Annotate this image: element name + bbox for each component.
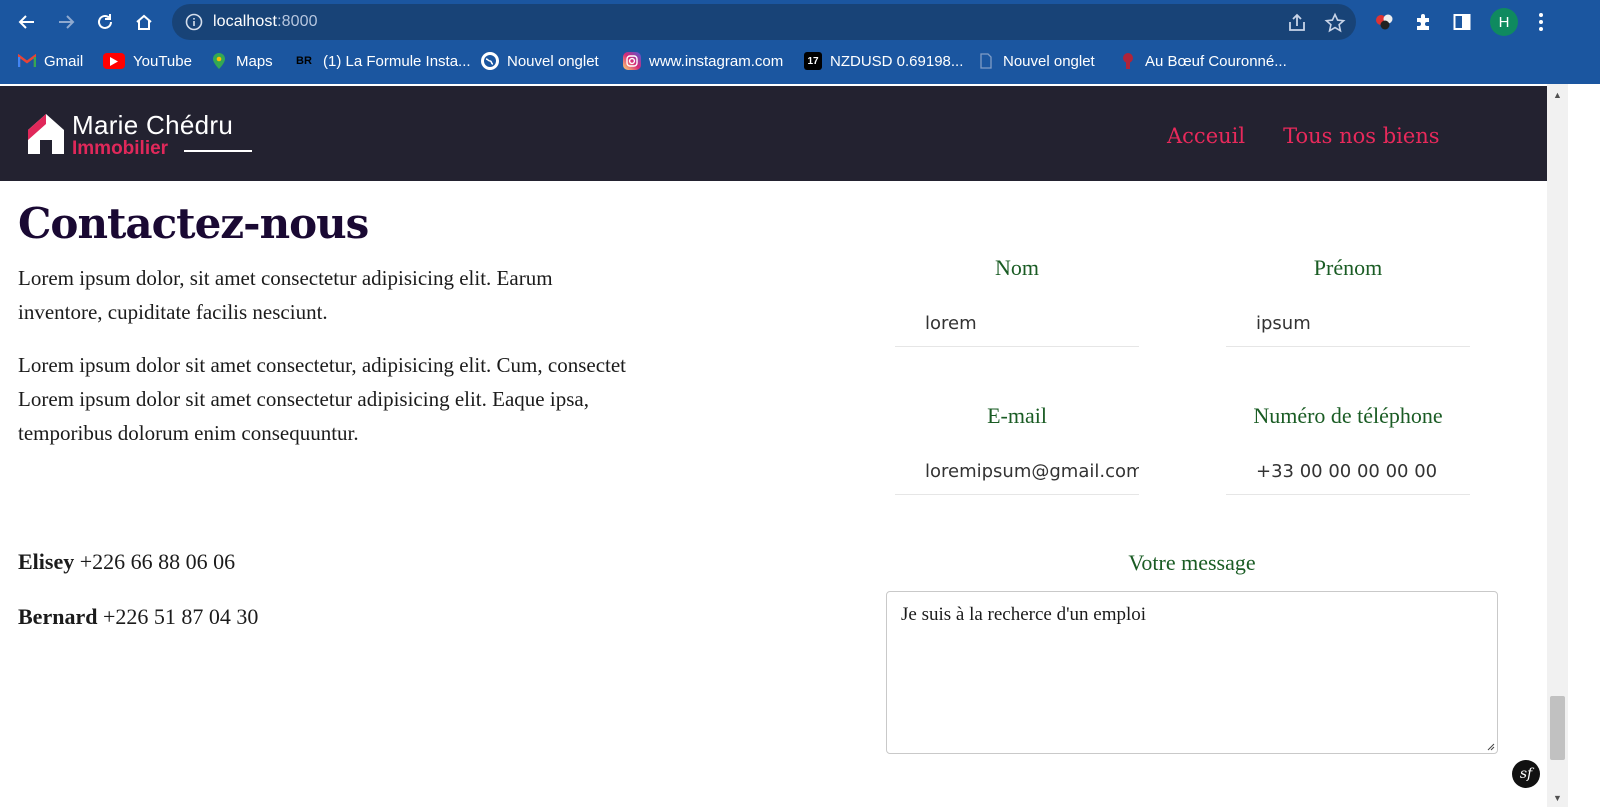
restaurant-icon [1119, 52, 1137, 70]
resize-handle-icon[interactable] [1485, 741, 1495, 751]
bookmarks-bar: Gmail YouTube Maps BR (1) La Formule Ins… [0, 44, 1600, 78]
instagram-icon [623, 52, 641, 70]
globe-icon [481, 52, 499, 70]
site-nav: Acceuil Tous nos biens [1167, 124, 1440, 148]
nav-link-acceuil[interactable]: Acceuil [1167, 124, 1245, 148]
gmail-icon [18, 52, 36, 70]
intro-paragraph: Lorem ipsum dolor, sit amet consectetur … [18, 266, 553, 324]
address-url: localhost:8000 [213, 13, 318, 30]
contact-page: Contactez-nous Lorem ipsum dolor, sit am… [0, 181, 1547, 807]
br-icon: BR [296, 55, 312, 67]
extension-balls-icon[interactable] [1372, 9, 1398, 35]
bookmark-nzdusd[interactable]: 17 NZDUSD 0.69198... [804, 50, 963, 72]
site-logo[interactable]: Marie Chédru Immobilier [26, 110, 266, 160]
phone-input[interactable] [1226, 449, 1470, 495]
forward-arrow-icon [59, 15, 75, 29]
share-icon[interactable] [1286, 12, 1308, 34]
contact-phone: +226 51 87 04 30 [102, 604, 259, 629]
prenom-input[interactable] [1226, 301, 1470, 347]
profile-avatar[interactable]: H [1490, 8, 1518, 36]
home-button[interactable] [130, 8, 158, 36]
scroll-up-icon[interactable]: ▲ [1553, 90, 1562, 100]
bookmark-youtube[interactable]: YouTube [103, 50, 192, 72]
blank-page-icon [977, 52, 995, 70]
nom-label: Nom [995, 255, 1039, 280]
reload-icon [98, 14, 112, 29]
back-arrow-icon [18, 15, 34, 29]
prenom-label: Prénom [1313, 255, 1383, 280]
reload-button[interactable] [91, 8, 119, 36]
tradingview-icon: 17 [804, 52, 822, 70]
bookmark-instagram[interactable]: www.instagram.com [623, 50, 783, 72]
contact-line-bernard: Bernard +226 51 87 04 30 [18, 604, 258, 630]
bookmark-nouvel-onglet-1[interactable]: Nouvel onglet [481, 50, 599, 72]
logo-name: Marie Chédru [72, 110, 234, 140]
browser-menu-icon[interactable] [1528, 9, 1554, 35]
contact-name: Bernard [18, 604, 98, 629]
extensions-puzzle-icon[interactable] [1410, 9, 1436, 35]
nom-input[interactable] [895, 301, 1139, 347]
bookmark-nouvel-onglet-2[interactable]: Nouvel onglet [977, 50, 1095, 72]
side-panel-icon[interactable] [1449, 9, 1475, 35]
bookmark-maps[interactable]: Maps [210, 50, 273, 72]
phone-label: Numéro de téléphone [1253, 403, 1443, 428]
bookmark-gmail[interactable]: Gmail [18, 50, 83, 72]
back-button[interactable] [13, 8, 41, 36]
home-icon [136, 14, 152, 30]
address-bar[interactable]: localhost:8000 [172, 4, 1356, 40]
contact-phone: +226 66 88 06 06 [79, 549, 236, 574]
message-textarea[interactable]: Je suis à la recherce d'un emploi [886, 591, 1498, 754]
bookmark-au-boeuf[interactable]: Au Bœuf Couronné... [1119, 50, 1287, 72]
message-label: Votre message [1128, 550, 1256, 575]
site-info-icon[interactable] [184, 12, 204, 32]
email-label: E-mail [987, 403, 1047, 428]
nav-link-tous-nos-biens[interactable]: Tous nos biens [1283, 124, 1440, 148]
house-logo-icon [28, 114, 64, 154]
logo-underline [184, 150, 252, 152]
bookmark-star-icon[interactable] [1324, 12, 1346, 34]
symfony-toolbar-icon[interactable]: sf [1512, 760, 1540, 788]
page-scrollbar[interactable]: ▲ ▼ [1547, 84, 1568, 807]
browser-toolbar: localhost:8000 H [0, 0, 1600, 44]
contact-name: Elisey [18, 549, 75, 574]
description-paragraph: Lorem ipsum dolor sit amet consectetur, … [18, 353, 627, 445]
browser-chrome: localhost:8000 H Gmail YouTube Maps BR (… [0, 0, 1600, 84]
scrollbar-thumb[interactable] [1550, 696, 1565, 760]
logo-subtitle: Immobilier [72, 138, 169, 159]
contact-line-elisey: Elisey +226 66 88 06 06 [18, 549, 235, 575]
message-text: Je suis à la recherce d'un emploi [901, 604, 1147, 625]
youtube-icon [103, 53, 125, 69]
scroll-down-icon[interactable]: ▼ [1553, 793, 1562, 803]
maps-icon [210, 52, 228, 70]
email-input[interactable] [895, 449, 1139, 495]
forward-button[interactable] [52, 8, 80, 36]
bookmark-la-formule[interactable]: BR (1) La Formule Insta... [293, 50, 471, 72]
page-title: Contactez-nous [18, 199, 369, 248]
site-header: Marie Chédru Immobilier Acceuil Tous nos… [0, 86, 1547, 181]
